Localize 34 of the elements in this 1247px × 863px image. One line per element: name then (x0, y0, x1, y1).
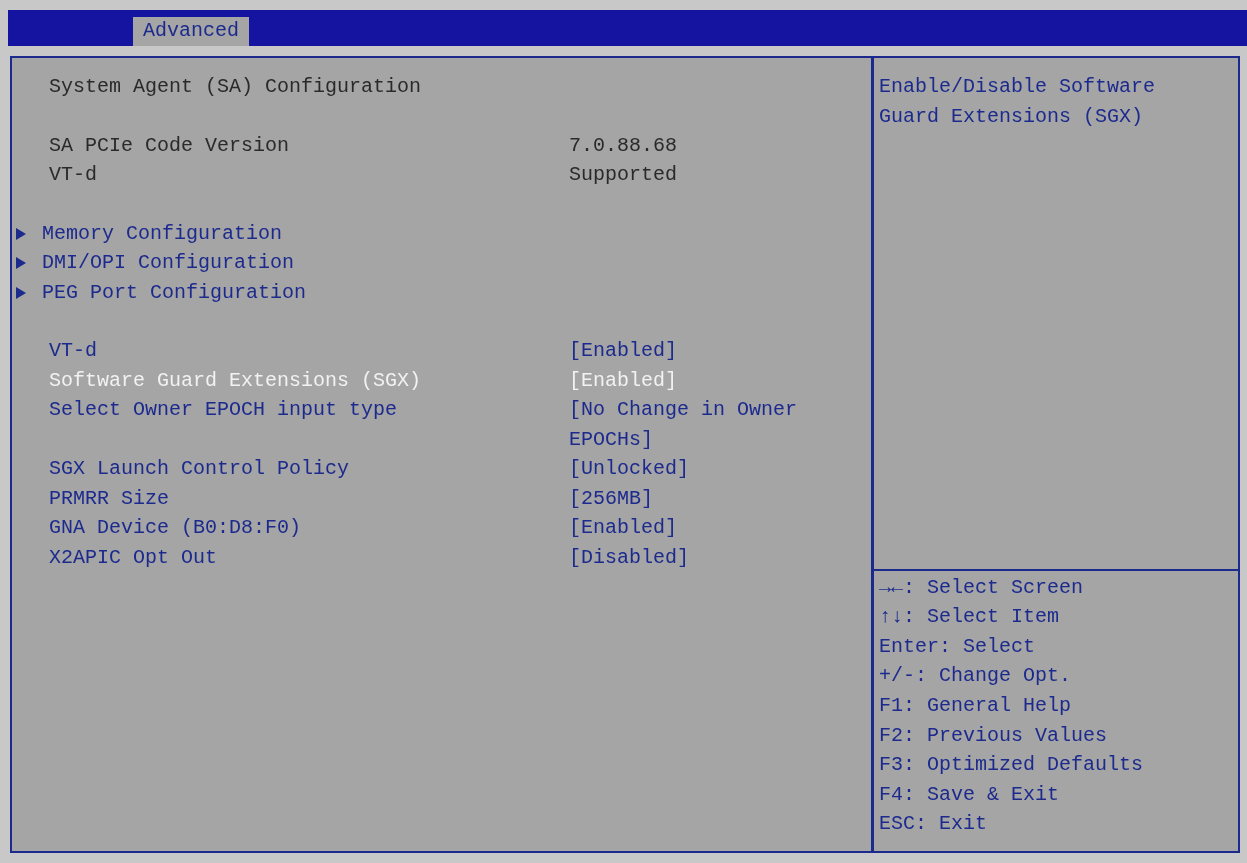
setting-label[interactable]: X2APIC Opt Out (49, 542, 569, 572)
info-label: SA PCIe Code Version (49, 132, 291, 159)
setting-value[interactable]: [256MB] (569, 483, 859, 513)
key-hint: F2: Previous Values (879, 722, 1109, 749)
key-hint: F3: Optimized Defaults (879, 752, 1145, 779)
setting-value[interactable]: [Unlocked] (569, 454, 859, 484)
submenu-arrow-icon (16, 286, 26, 299)
key-hint: +/-: Change Opt. (879, 663, 1073, 690)
submenu-arrow-icon (16, 257, 26, 269)
submenu-item[interactable]: PEG Port Configuration (42, 277, 562, 307)
section-title: System Agent (SA) Configuration (48, 74, 423, 100)
setting-value[interactable]: [Enabled] (569, 336, 859, 366)
key-hint: ↑↓: Select Item (879, 604, 1061, 631)
setting-label[interactable]: Select Owner EPOCH input type (49, 395, 569, 454)
submenu-arrow-icon (16, 227, 26, 240)
info-value: 7.0.88.68 (569, 132, 679, 159)
info-label: VT-d (49, 162, 98, 188)
info-value: Supported (569, 162, 679, 188)
key-hint: ESC: Exit (879, 811, 989, 838)
help-text: Enable/Disable Software Guard Extensions (SGX) (874, 58, 1238, 571)
setting-label[interactable]: PRMRR Size (49, 483, 569, 513)
setting-label[interactable]: VT-d (49, 336, 569, 366)
setting-label[interactable]: SGX Launch Control Policy (49, 454, 569, 484)
submenu-item[interactable]: Memory Configuration (42, 218, 562, 248)
tab[interactable]: Advanced (133, 17, 249, 46)
key-hint: F1: General Help (879, 693, 1073, 720)
key-hint: Enter: Select (879, 633, 1037, 660)
setting-label[interactable]: GNA Device (B0:D8:F0) (49, 513, 569, 543)
setting-value[interactable]: [Disabled] (569, 542, 859, 572)
key-hint: →←: Select Screen (879, 574, 1085, 601)
setting-value[interactable]: [Enabled] (569, 513, 859, 543)
submenu-item[interactable]: DMI/OPI Configuration (42, 248, 562, 278)
setting-value[interactable]: [No Change in Owner EPOCHs] (569, 395, 859, 454)
key-hint: F4: Save & Exit (879, 781, 1061, 808)
